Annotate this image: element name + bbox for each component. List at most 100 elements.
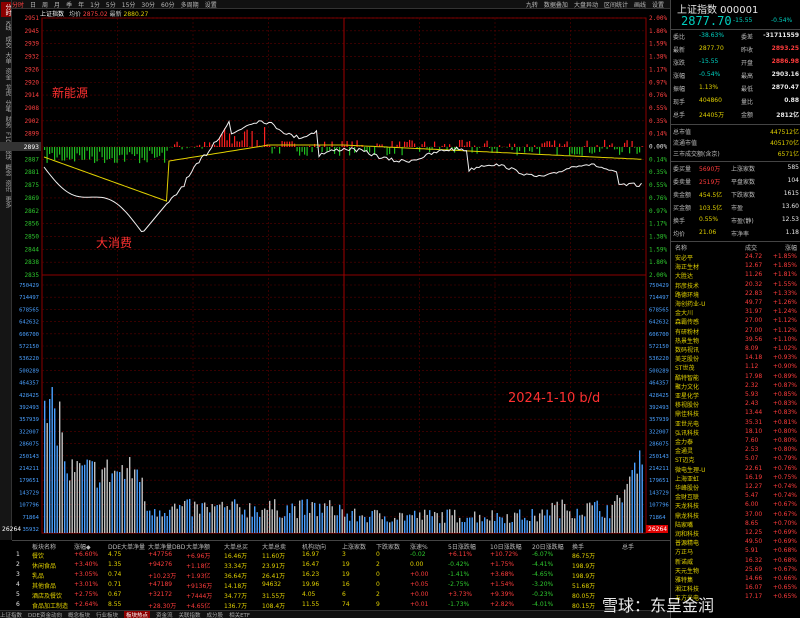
table-cell: 16.47 <box>302 561 320 568</box>
stock-row[interactable]: 美芝股份 14.18 +0.93% <box>673 354 799 363</box>
table-cell: +3.01% <box>74 581 99 588</box>
intraday-chart[interactable]: 2951 2.00% 2945 1.80% 2939 1.59% 2932 1.38% 2926… <box>0 0 670 540</box>
volume-bar <box>174 503 176 533</box>
bottom-tab-4[interactable]: 板块热点 <box>124 610 151 618</box>
volume-bar <box>339 504 341 533</box>
table-header[interactable]: 大单净额 <box>186 542 210 551</box>
volume-bar <box>486 519 488 533</box>
money-bar <box>71 147 73 159</box>
stock-row[interactable]: 陆家嘴 8.65 +0.70% <box>673 520 799 529</box>
bottom-tab-8[interactable]: 相关ETF <box>229 611 250 618</box>
price-tick-right: 0.00% <box>649 144 667 151</box>
money-bar <box>296 147 298 152</box>
stock-row[interactable]: 移视股份 2.43 +0.83% <box>673 400 799 409</box>
volume-bar <box>611 504 613 533</box>
table-header[interactable]: 下跌家数 <box>376 542 400 551</box>
stock-row[interactable]: 亚世光电 35.31 +0.81% <box>673 419 799 428</box>
stat-value2: 12.53 <box>781 216 799 223</box>
stock-row[interactable]: 普源精电 49.50 +0.69% <box>673 538 799 547</box>
table-header[interactable]: DDE大单净量 <box>108 542 145 551</box>
volume-bar <box>471 517 473 533</box>
stock-row[interactable]: 有研粉材 27.00 +1.12% <box>673 327 799 336</box>
stat-label2: 平盘家数 <box>731 179 756 186</box>
stock-row[interactable]: 大胜达 11.26 +1.81% <box>673 271 799 280</box>
volume-bar <box>384 516 386 533</box>
volume-bar <box>631 470 633 533</box>
stock-row[interactable]: 天元生物 25.69 +0.67% <box>673 566 799 575</box>
table-header[interactable]: 涨速% <box>410 542 428 551</box>
table-header[interactable]: 5日涨跌幅 <box>448 542 476 551</box>
bottom-tab-2[interactable]: 概念板块 <box>68 611 90 618</box>
stock-row[interactable]: 路德环境 22.83 +1.33% <box>673 290 799 299</box>
stock-pct: +0.76% <box>772 464 797 472</box>
volume-tag-left: 26264 <box>2 526 21 533</box>
money-bar <box>114 147 116 163</box>
table-header[interactable]: 板块名称 <box>32 542 56 551</box>
stat-label2: 下跌家数 <box>731 192 756 199</box>
stock-row[interactable]: 海正生材 12.67 +1.85% <box>673 262 799 271</box>
stock-row[interactable]: 金财互联 5.47 +0.74% <box>673 492 799 501</box>
stock-row[interactable]: 森霸传感 27.00 +1.12% <box>673 317 799 326</box>
table-header[interactable]: 上涨家数 <box>342 542 366 551</box>
stock-row[interactable]: 雅特集 14.66 +0.66% <box>673 575 799 584</box>
table-header[interactable]: 20日涨跌幅 <box>532 542 564 551</box>
stock-row[interactable]: ST迈克 5.07 +0.79% <box>673 455 799 464</box>
table-header[interactable]: 大单总卖 <box>262 542 286 551</box>
stock-row[interactable]: 新诺威 16.32 +0.68% <box>673 557 799 566</box>
stock-row[interactable]: 鼎佳科技 13.44 +0.83% <box>673 409 799 418</box>
stock-row[interactable]: 微电生理-U 22.61 +0.76% <box>673 465 799 474</box>
stock-row[interactable]: 上海亚虹 16.19 +0.75% <box>673 474 799 483</box>
table-header[interactable]: 涨幅◆ <box>74 542 91 551</box>
money-bar <box>529 147 531 152</box>
table-header[interactable]: 大单总买 <box>224 542 248 551</box>
bottom-tab-1[interactable]: DDE资金动向 <box>28 611 62 618</box>
table-header[interactable]: 大单净量DBD <box>148 542 185 551</box>
volume-bar <box>59 401 61 533</box>
price-tick-left: 2850 <box>25 233 40 240</box>
stock-row[interactable]: 海创药业-U 49.77 +1.26% <box>673 299 799 308</box>
table-cell: 34.77万 <box>224 593 248 600</box>
stock-row[interactable]: 金通灵 2.53 +0.80% <box>673 446 799 455</box>
stock-row[interactable]: 金力泰 7.60 +0.80% <box>673 437 799 446</box>
stock-row[interactable]: 安必平 24.72 +1.85% <box>673 253 799 262</box>
price-tick-left: 2920 <box>25 79 40 86</box>
stock-price: 49.77 <box>745 299 763 306</box>
volume-bar <box>531 509 533 533</box>
stock-price: 12.25 <box>745 529 763 536</box>
money-bar <box>121 147 123 155</box>
stock-row[interactable]: 邦彦技术 20.32 +1.55% <box>673 281 799 290</box>
stock-row[interactable]: 酷特智能 17.98 +0.89% <box>673 373 799 382</box>
volume-bar <box>569 511 571 533</box>
table-cell: +6.11% <box>448 551 473 558</box>
annotation-new-energy: 新能源 <box>52 86 89 100</box>
table-header[interactable]: 总手 <box>622 542 634 551</box>
table-cell: 9 <box>376 601 380 608</box>
stock-row[interactable]: 天龙科技 6.00 +0.67% <box>673 501 799 510</box>
bottom-tab-7[interactable]: 成分股 <box>207 611 224 618</box>
stock-name: 弘讯科技 <box>675 429 700 437</box>
stock-pct: +1.12% <box>772 317 797 325</box>
stock-row[interactable]: 弘讯科技 18.10 +0.80% <box>673 428 799 437</box>
table-header[interactable]: 10日涨跌幅 <box>490 542 522 551</box>
stock-row[interactable]: 鼎龙科技 37.00 +0.67% <box>673 511 799 520</box>
table-cell: -4.01% <box>532 601 554 608</box>
stock-row[interactable]: 方正马 5.91 +0.68% <box>673 547 799 556</box>
volume-bar <box>406 515 408 533</box>
table-header[interactable]: 换手 <box>572 542 584 551</box>
bottom-tab-3[interactable]: 行业板块 <box>96 611 118 618</box>
stock-row[interactable]: 华峰股份 12.27 +0.74% <box>673 483 799 492</box>
stock-row[interactable]: 亚星化学 5.93 +0.85% <box>673 391 799 400</box>
stock-row[interactable]: 金大川 31.97 +1.24% <box>673 308 799 317</box>
stock-row[interactable]: 热景生物 39.56 +1.10% <box>673 336 799 345</box>
bottom-tab-0[interactable]: 上证指数 <box>0 611 22 618</box>
stock-price: 17.17 <box>745 593 763 601</box>
bottom-tab-5[interactable]: 资金流 <box>156 611 173 618</box>
bottom-tab-6[interactable]: 关联指数 <box>179 611 201 618</box>
table-header[interactable]: 机构动向 <box>302 542 326 551</box>
table-cell: 4.75 <box>108 551 122 558</box>
stock-row[interactable]: 润和科技 12.25 +0.69% <box>673 529 799 538</box>
stock-row[interactable]: 聚力文化 2.32 +0.87% <box>673 382 799 391</box>
stock-name: 天元生物 <box>675 567 700 575</box>
stock-row[interactable]: ST世茂 1.12 +0.90% <box>673 363 799 372</box>
stock-row[interactable]: 数码视讯 8.09 +1.02% <box>673 345 799 354</box>
